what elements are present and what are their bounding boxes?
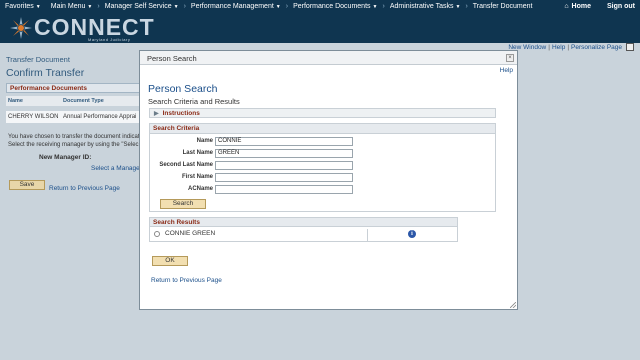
- nav-main-menu-label: Main Menu: [50, 3, 86, 10]
- link-separator: |: [567, 43, 570, 51]
- field-row-acname: ACName: [150, 185, 497, 195]
- nav-performance-management[interactable]: Performance Management ▼: [186, 0, 286, 13]
- instructions-toggle[interactable]: ▶ Instructions: [149, 108, 496, 118]
- cell-name: CHERRY WILSON: [8, 114, 59, 120]
- search-button[interactable]: Search: [160, 199, 206, 209]
- nav-performance-documents[interactable]: Performance Documents ▼: [288, 0, 382, 13]
- nav-favorites-label: Favorites: [5, 3, 34, 10]
- nav-main-menu[interactable]: Main Menu ▼: [46, 0, 98, 13]
- modal-titlebar: Person Search ×: [140, 51, 517, 65]
- expand-arrow-icon: ▶: [154, 110, 159, 117]
- resize-grip-icon[interactable]: [510, 302, 516, 308]
- nav-home[interactable]: ⌂ Home: [559, 0, 596, 13]
- chevron-down-icon: ▼: [372, 3, 378, 10]
- chevron-down-icon: ▼: [35, 3, 41, 10]
- table-header: Name Document Type: [6, 96, 146, 106]
- logo-subtitle: Maryland Judiciary: [88, 37, 131, 42]
- search-results-header: Search Results: [150, 218, 457, 227]
- save-button[interactable]: Save: [9, 180, 45, 190]
- home-icon: ⌂: [564, 3, 569, 10]
- column-header-name: Name: [8, 98, 23, 104]
- nav-sign-out-label: Sign out: [607, 3, 635, 10]
- field-row-last-name: Last Name GREEN: [150, 149, 497, 159]
- column-divider: [367, 229, 368, 241]
- banner: CONNECT Maryland Judiciary: [0, 13, 640, 43]
- field-row-first-name: First Name: [150, 173, 497, 183]
- modal-help-link[interactable]: Help: [500, 67, 513, 74]
- second-last-name-label: Second Last Name: [159, 162, 213, 168]
- chevron-down-icon: ▼: [173, 3, 179, 10]
- nav-sign-out[interactable]: Sign out: [602, 0, 640, 13]
- transfer-message: You have chosen to transfer the document…: [8, 133, 148, 149]
- acname-input[interactable]: [215, 185, 353, 194]
- second-last-name-input[interactable]: [215, 161, 353, 170]
- name-input[interactable]: CONNIE: [215, 137, 353, 146]
- info-icon[interactable]: i: [408, 230, 416, 238]
- logo-star-icon: [10, 17, 32, 39]
- close-icon[interactable]: ×: [506, 54, 514, 62]
- search-criteria-header: Search Criteria: [150, 124, 495, 134]
- name-label: Name: [196, 138, 213, 144]
- person-search-title: Person Search: [148, 83, 218, 95]
- result-row: CONNIE GREEN i: [150, 229, 457, 241]
- nav-right-group: ⌂ Home Sign out: [559, 0, 640, 13]
- acname-label: ACName: [187, 186, 213, 192]
- field-row-second-last-name: Second Last Name: [150, 161, 497, 171]
- personalize-page-link[interactable]: Personalize Page: [571, 44, 622, 51]
- nav-administrative-tasks[interactable]: Administrative Tasks ▼: [385, 0, 466, 13]
- result-name: CONNIE GREEN: [165, 230, 216, 237]
- nav-manager-self-service[interactable]: Manager Self Service ▼: [100, 0, 184, 13]
- column-header-document-type: Document Type: [63, 98, 104, 104]
- ok-button[interactable]: OK: [152, 256, 188, 266]
- chevron-down-icon: ▼: [87, 3, 93, 10]
- last-name-label: Last Name: [182, 150, 213, 156]
- breadcrumb: Transfer Document: [6, 55, 70, 64]
- help-link[interactable]: Help: [552, 44, 565, 51]
- nav-favorites[interactable]: Favorites ▼: [0, 0, 46, 13]
- performance-documents-header: Performance Documents: [6, 83, 146, 93]
- top-navigation-bar: Favorites ▼ Main Menu ▼ › Manager Self S…: [0, 0, 640, 13]
- search-results-group: Search Results CONNIE GREEN i: [149, 217, 458, 242]
- nav-performance-management-label: Performance Management: [190, 3, 274, 10]
- first-name-label: First Name: [181, 174, 213, 180]
- nav-transfer-document-label: Transfer Document: [472, 3, 533, 10]
- message-line: You have chosen to transfer the document…: [8, 134, 140, 140]
- modal-return-link[interactable]: Return to Previous Page: [151, 277, 222, 284]
- page-options-icon[interactable]: [626, 43, 634, 51]
- page-toplinks: New Window | Help | Personalize Page: [508, 43, 634, 51]
- result-radio[interactable]: [154, 231, 160, 237]
- link-separator: |: [548, 43, 550, 51]
- instructions-label: Instructions: [162, 109, 200, 117]
- chevron-down-icon: ▼: [275, 3, 281, 10]
- nav-administrative-tasks-label: Administrative Tasks: [389, 3, 454, 10]
- modal-title: Person Search: [147, 54, 197, 63]
- search-criteria-group: Search Criteria Name CONNIE Last Name GR…: [149, 123, 496, 212]
- nav-performance-documents-label: Performance Documents: [293, 3, 371, 10]
- chevron-down-icon: ▼: [455, 3, 461, 10]
- person-search-modal: Person Search × Help Person Search Searc…: [139, 50, 518, 310]
- select-manager-link[interactable]: Select a Manager: [91, 165, 142, 172]
- nav-manager-self-service-label: Manager Self Service: [104, 3, 172, 10]
- nav-transfer-document[interactable]: Transfer Document: [468, 0, 538, 13]
- first-name-input[interactable]: [215, 173, 353, 182]
- table-row: CHERRY WILSON Annual Performance Apprai: [6, 111, 146, 123]
- cell-document-type: Annual Performance Apprai: [63, 114, 137, 120]
- field-row-name: Name CONNIE: [150, 137, 497, 147]
- page-title: Confirm Transfer: [6, 67, 85, 79]
- person-search-subtitle: Search Criteria and Results: [148, 97, 240, 106]
- nav-home-label: Home: [571, 3, 591, 10]
- last-name-input[interactable]: GREEN: [215, 149, 353, 158]
- return-to-previous-page-link[interactable]: Return to Previous Page: [49, 185, 120, 192]
- message-line: Select the receiving manager by using th…: [8, 142, 139, 148]
- new-manager-label: New Manager ID:: [39, 154, 92, 161]
